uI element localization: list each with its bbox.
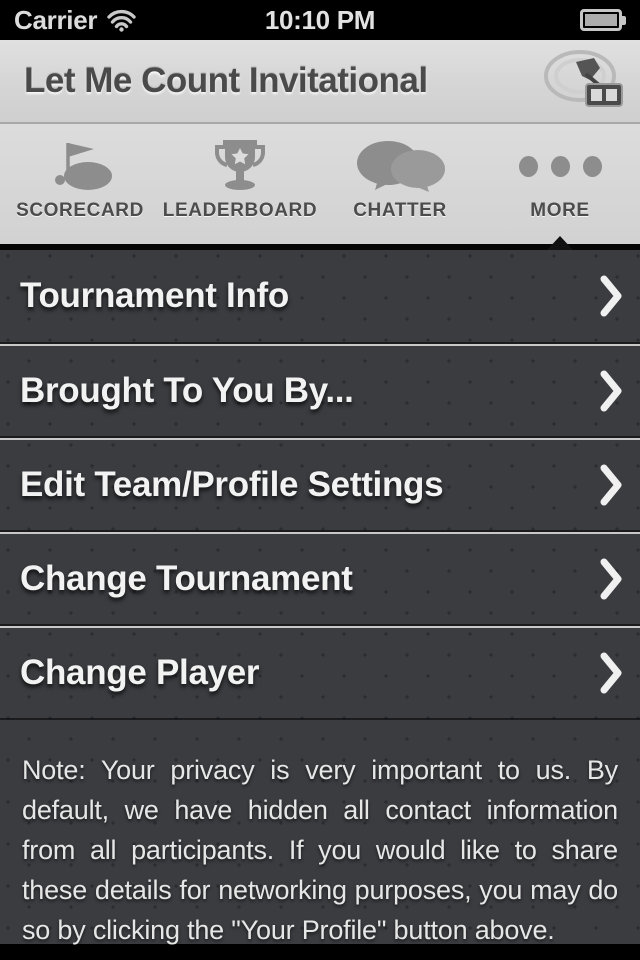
tab-label-chatter: CHATTER <box>353 200 447 221</box>
chevron-right-icon <box>598 651 624 695</box>
clock-label: 10:10 PM <box>264 4 376 35</box>
chevron-right-icon <box>598 557 624 601</box>
list-item[interactable]: Brought To You By... <box>0 344 640 438</box>
menu-item-label: Tournament Info <box>20 276 289 315</box>
more-menu-list: Tournament Info Brought To You By... Edi… <box>0 250 640 945</box>
list-item[interactable]: Tournament Info <box>0 250 640 344</box>
app-screen: Carrier 10:10 PM Let Me Count Invitation… <box>0 0 640 960</box>
tab-label-leaderboard: LEADERBOARD <box>162 200 318 221</box>
title-bar: Let Me Count Invitational <box>0 40 640 124</box>
speech-bubbles-icon <box>352 134 448 198</box>
tab-more[interactable]: MORE <box>480 124 640 250</box>
privacy-note: Note: Your privacy is very important to … <box>22 755 618 945</box>
golf-flag-icon <box>44 134 116 198</box>
chevron-right-icon <box>598 463 624 507</box>
page-title: Let Me Count Invitational <box>24 61 428 100</box>
ellipsis-icon <box>518 134 602 198</box>
menu-item-label: Edit Team/Profile Settings <box>20 465 444 504</box>
chevron-right-icon <box>598 369 624 413</box>
active-tab-caret <box>547 236 573 250</box>
tab-bar: SCORECARD LEADERBOARD CHATTER MORE <box>0 124 640 250</box>
app-logo-icon <box>538 46 626 118</box>
menu-item-label: Change Player <box>20 653 260 692</box>
list-item[interactable]: Change Player <box>0 626 640 720</box>
tab-leaderboard[interactable]: LEADERBOARD <box>160 124 320 244</box>
chevron-right-icon <box>598 274 624 318</box>
tab-label-scorecard: SCORECARD <box>16 200 144 221</box>
status-bar-right <box>580 0 626 40</box>
menu-item-label: Brought To You By... <box>20 371 354 410</box>
list-item[interactable]: Change Tournament <box>0 532 640 626</box>
list-item[interactable]: Edit Team/Profile Settings <box>0 438 640 532</box>
tab-chatter[interactable]: CHATTER <box>320 124 480 244</box>
status-bar: Carrier 10:10 PM <box>0 0 640 40</box>
tab-scorecard[interactable]: SCORECARD <box>0 124 160 244</box>
tab-label-more: MORE <box>530 200 590 221</box>
trophy-icon <box>209 134 271 198</box>
battery-icon <box>580 9 626 31</box>
menu-item-label: Change Tournament <box>20 559 353 598</box>
